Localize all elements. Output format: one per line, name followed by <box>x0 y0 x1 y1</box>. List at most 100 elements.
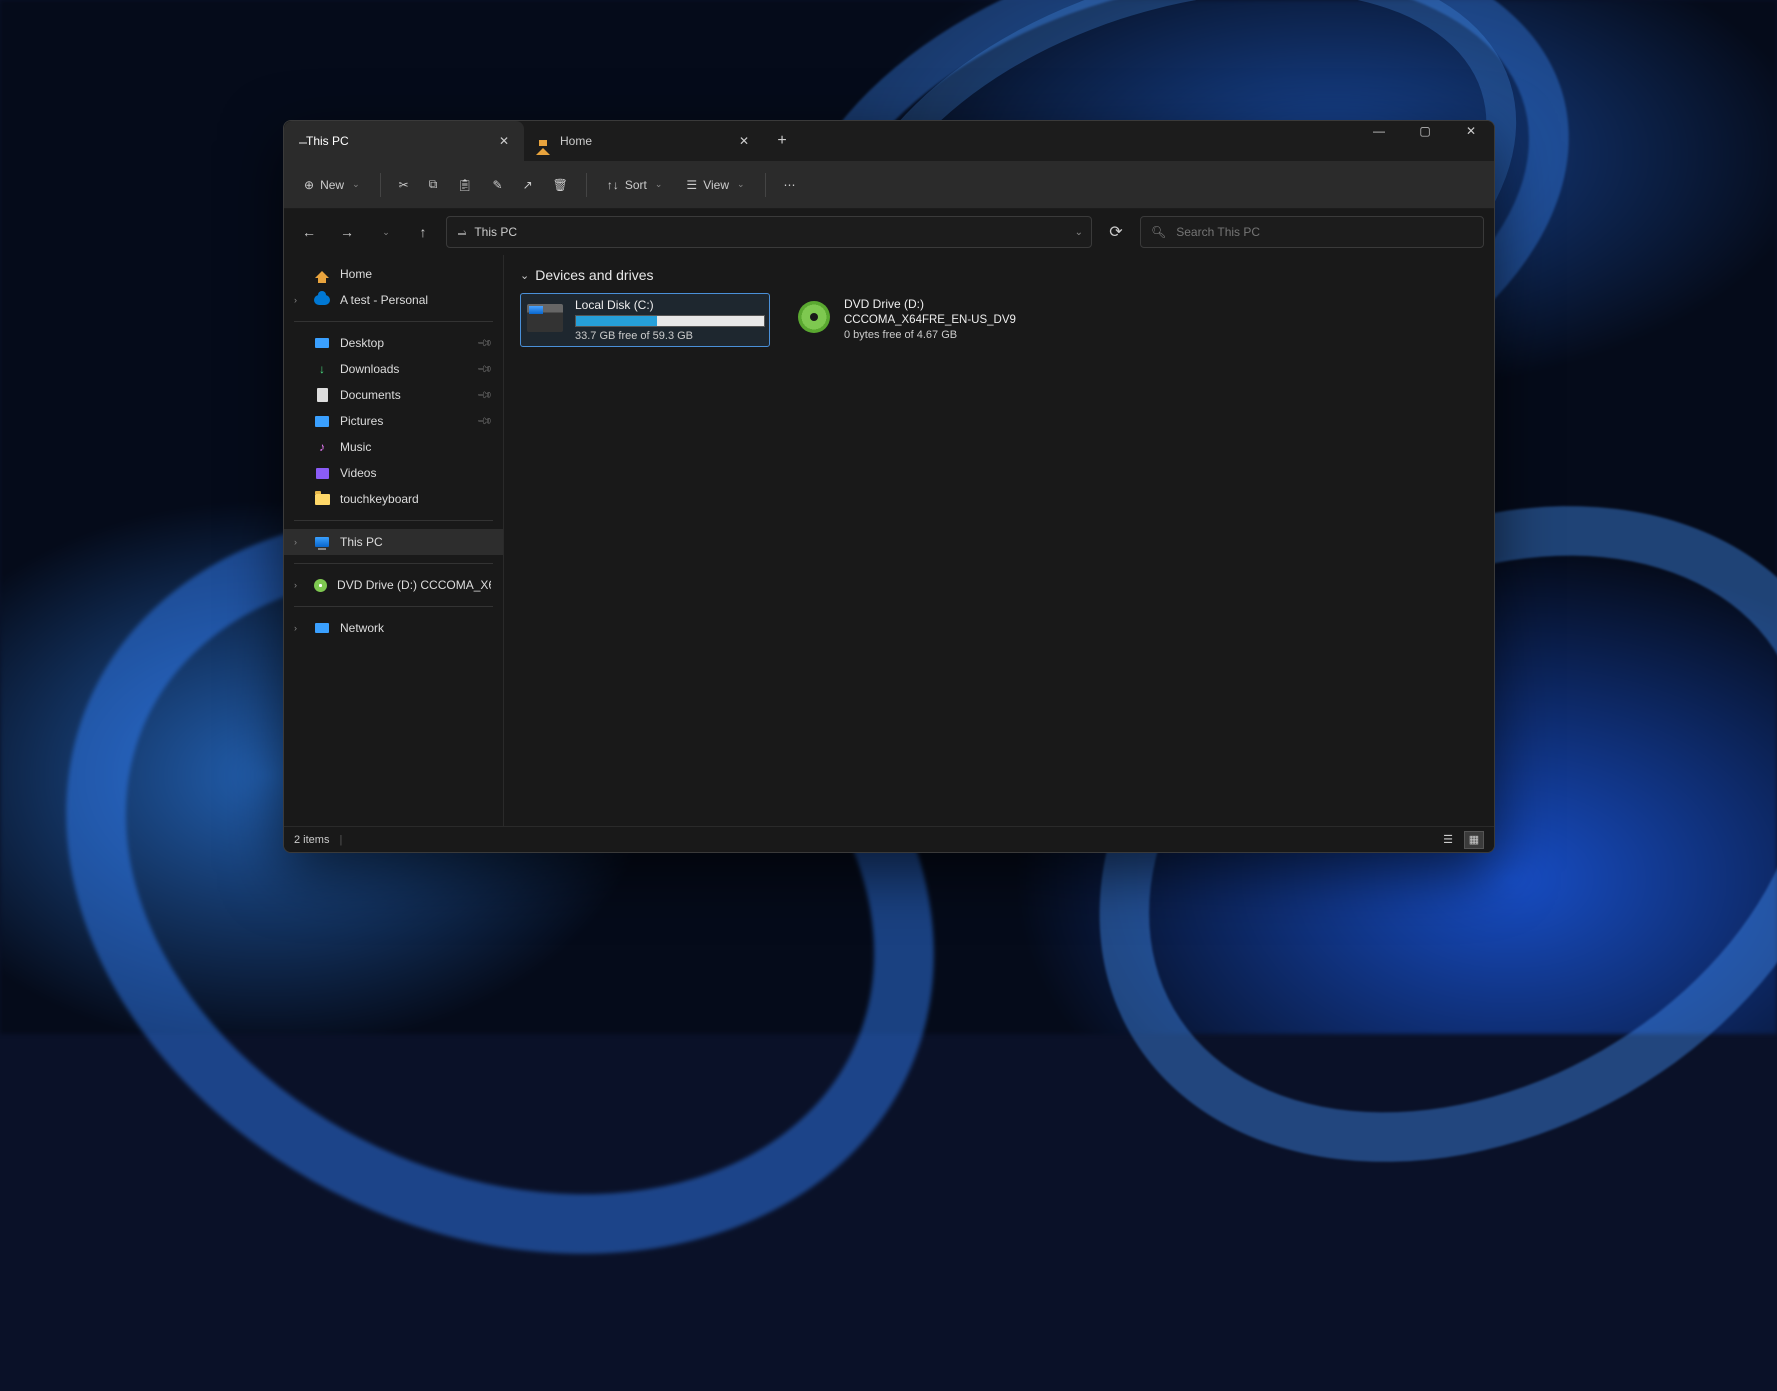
dvd-icon <box>794 297 834 337</box>
expand-icon[interactable]: › <box>294 623 297 633</box>
clipboard-icon: 📋︎ <box>457 178 472 192</box>
group-header-devices[interactable]: ⌄ Devices and drives <box>520 267 1478 283</box>
search-box[interactable]: 🔍︎ <box>1140 216 1484 248</box>
drive-info: Local Disk (C:) 33.7 GB free of 59.3 GB <box>575 298 765 342</box>
plus-circle-icon: ⊕ <box>304 178 314 192</box>
breadcrumb-location[interactable]: This PC <box>474 225 517 239</box>
sidebar-item-label: Desktop <box>340 336 384 350</box>
maximize-button[interactable]: ▢ <box>1402 120 1448 151</box>
expand-icon[interactable]: › <box>294 580 297 590</box>
refresh-button[interactable]: ⟳ <box>1100 216 1132 248</box>
sidebar-item-this-pc[interactable]: › This PC <box>284 529 503 555</box>
sidebar-separator <box>294 321 493 322</box>
separator <box>586 173 587 197</box>
title-bar[interactable]: This PC ✕ Home ✕ + — ▢ ✕ <box>284 121 1494 161</box>
more-button[interactable]: ⋯ <box>776 172 804 198</box>
view-button[interactable]: ☰ View ⌄ <box>676 172 754 198</box>
explorer-body: Home › A test - Personal Desktop 📌︎ ↓ Do… <box>284 255 1494 826</box>
share-button[interactable]: ↗ <box>515 172 541 198</box>
rename-icon: ✎ <box>493 178 503 192</box>
drive-info: DVD Drive (D:) CCCOMA_X64FRE_EN-US_DV9 0… <box>844 297 1036 343</box>
tab-label: Home <box>560 134 592 148</box>
address-bar[interactable]: › This PC ⌄ <box>446 216 1092 248</box>
sidebar-item-pictures[interactable]: Pictures 📌︎ <box>284 408 503 434</box>
search-icon: 🔍︎ <box>1151 225 1166 239</box>
sort-button[interactable]: ↑↓ Sort ⌄ <box>597 172 673 198</box>
copy-button[interactable]: ⧉ <box>421 171 446 198</box>
status-bar: 2 items | ☰ ▦ <box>284 826 1494 852</box>
new-button[interactable]: ⊕ New ⌄ <box>294 172 370 198</box>
download-icon: ↓ <box>314 361 330 377</box>
search-input[interactable] <box>1176 225 1473 239</box>
sidebar-item-label: Documents <box>340 388 401 402</box>
chevron-down-icon: ⌄ <box>382 227 390 238</box>
sidebar-item-desktop[interactable]: Desktop 📌︎ <box>284 330 503 356</box>
expand-icon[interactable]: › <box>294 295 297 305</box>
sidebar-item-onedrive[interactable]: › A test - Personal <box>284 287 503 313</box>
sidebar-item-home[interactable]: Home <box>284 261 503 287</box>
item-count: 2 items <box>294 834 329 846</box>
window-controls: — ▢ ✕ <box>1356 120 1494 151</box>
minimize-button[interactable]: — <box>1356 120 1402 151</box>
breadcrumb-separator-icon: › <box>463 227 466 238</box>
tab-close-button[interactable]: ✕ <box>496 133 512 149</box>
dvd-icon <box>314 577 327 593</box>
storage-bar-fill <box>576 316 657 326</box>
navigation-row: ← → ⌄ ↑ › This PC ⌄ ⟳ 🔍︎ <box>284 209 1494 255</box>
up-button[interactable]: ↑ <box>408 217 438 247</box>
sidebar-item-label: A test - Personal <box>340 293 428 307</box>
drive-status: 33.7 GB free of 59.3 GB <box>575 330 765 342</box>
desktop-icon <box>314 335 330 351</box>
drive-dvd-d[interactable]: DVD Drive (D:) CCCOMA_X64FRE_EN-US_DV9 0… <box>790 293 1040 347</box>
group-label: Devices and drives <box>535 267 653 283</box>
sidebar-item-label: Pictures <box>340 414 383 428</box>
delete-button[interactable]: 🗑︎ <box>545 172 576 198</box>
scissors-icon: ✂ <box>399 178 409 192</box>
home-icon <box>536 134 550 148</box>
close-window-button[interactable]: ✕ <box>1448 120 1494 151</box>
sidebar-item-label: Network <box>340 621 384 635</box>
drives-container: Local Disk (C:) 33.7 GB free of 59.3 GB … <box>520 293 1478 347</box>
sidebar-item-dvd-drive[interactable]: › DVD Drive (D:) CCCOMA_X64FRE <box>284 572 503 598</box>
sidebar-item-label: DVD Drive (D:) CCCOMA_X64FRE <box>337 578 491 592</box>
back-button[interactable]: ← <box>294 217 324 247</box>
sidebar-separator <box>294 563 493 564</box>
sidebar-item-touchkeyboard[interactable]: touchkeyboard <box>284 486 503 512</box>
cut-button[interactable]: ✂ <box>391 172 417 198</box>
separator <box>765 173 766 197</box>
sidebar-item-downloads[interactable]: ↓ Downloads 📌︎ <box>284 356 503 382</box>
paste-button[interactable]: 📋︎ <box>449 172 480 198</box>
details-view-button[interactable]: ☰ <box>1438 831 1458 849</box>
sidebar-item-label: touchkeyboard <box>340 492 419 506</box>
sidebar-item-music[interactable]: ♪ Music <box>284 434 503 460</box>
sort-label: Sort <box>625 178 647 192</box>
drive-name: Local Disk (C:) <box>575 298 765 312</box>
view-icon: ☰ <box>686 178 697 192</box>
trash-icon: 🗑︎ <box>553 178 568 192</box>
view-mode-buttons: ☰ ▦ <box>1438 831 1484 849</box>
forward-button[interactable]: → <box>332 217 362 247</box>
network-icon <box>314 620 330 636</box>
home-icon <box>314 266 330 282</box>
navigation-pane: Home › A test - Personal Desktop 📌︎ ↓ Do… <box>284 255 503 826</box>
sidebar-item-label: Downloads <box>340 362 399 376</box>
tab-close-button[interactable]: ✕ <box>736 133 752 149</box>
hdd-icon <box>525 298 565 338</box>
tiles-view-button[interactable]: ▦ <box>1464 831 1484 849</box>
sidebar-item-videos[interactable]: Videos <box>284 460 503 486</box>
recent-locations-button[interactable]: ⌄ <box>370 217 400 247</box>
new-tab-button[interactable]: + <box>764 121 800 161</box>
drive-local-disk-c[interactable]: Local Disk (C:) 33.7 GB free of 59.3 GB <box>520 293 770 347</box>
rename-button[interactable]: ✎ <box>485 172 511 198</box>
address-dropdown-button[interactable]: ⌄ <box>1075 227 1083 238</box>
tab-this-pc[interactable]: This PC ✕ <box>284 121 524 161</box>
sidebar-item-label: Videos <box>340 466 376 480</box>
sidebar-item-network[interactable]: › Network <box>284 615 503 641</box>
chevron-down-icon: ⌄ <box>520 269 529 282</box>
chevron-down-icon: ⌄ <box>352 179 360 190</box>
content-pane[interactable]: ⌄ Devices and drives Local Disk (C:) 33.… <box>503 255 1494 826</box>
expand-icon[interactable]: › <box>294 537 297 547</box>
tab-home[interactable]: Home ✕ <box>524 121 764 161</box>
sidebar-item-documents[interactable]: Documents 📌︎ <box>284 382 503 408</box>
file-explorer-window: This PC ✕ Home ✕ + — ▢ ✕ ⊕ New ⌄ ✂ ⧉ 📋︎ … <box>283 120 1495 853</box>
